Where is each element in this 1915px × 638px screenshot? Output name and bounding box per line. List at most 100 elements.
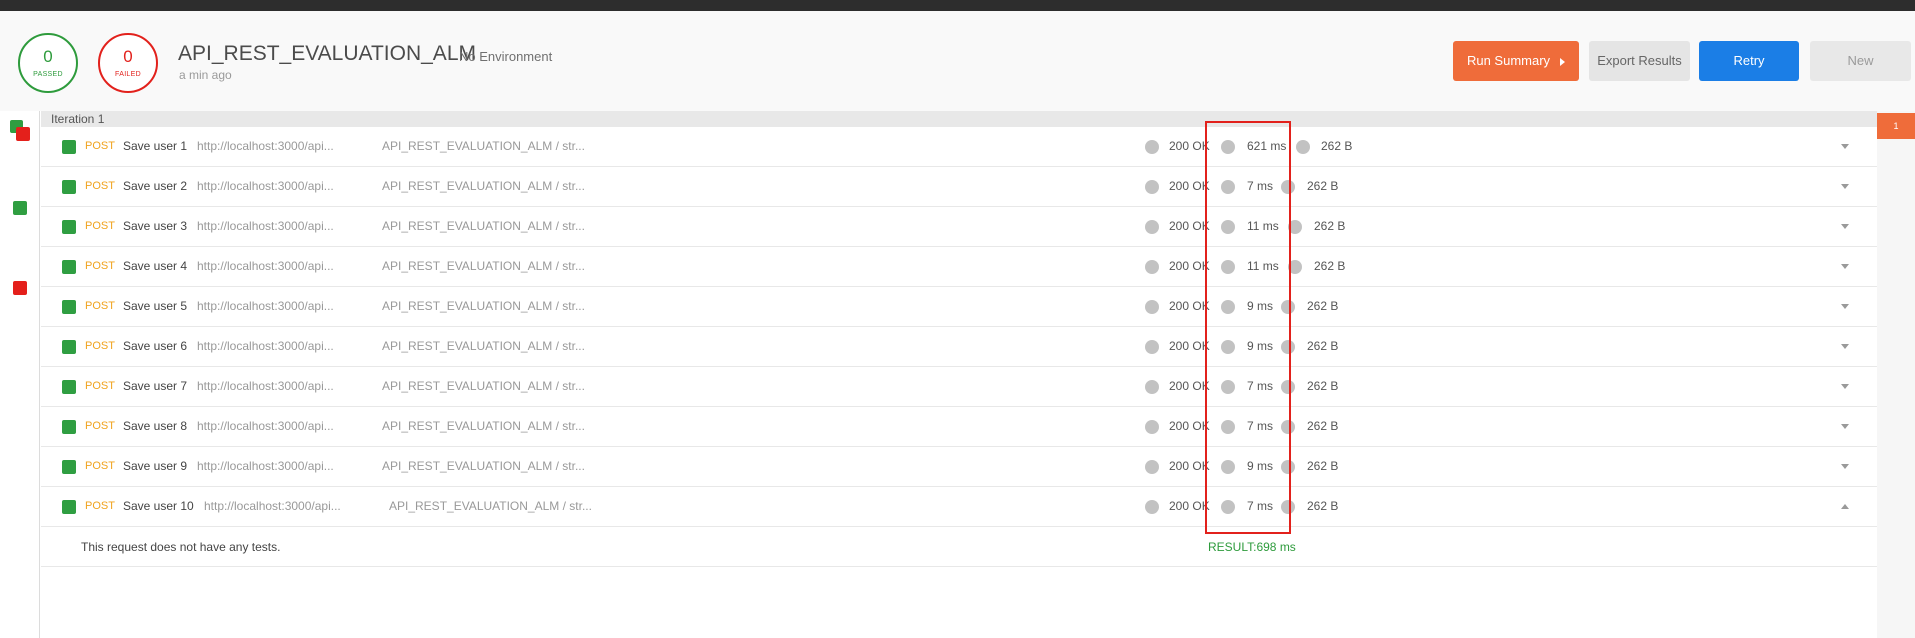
pass-status-icon xyxy=(62,220,76,234)
request-name: Save user 6 xyxy=(123,339,188,353)
pass-status-icon xyxy=(62,380,76,394)
response-time: 9 ms xyxy=(1247,339,1274,353)
passed-label: PASSED xyxy=(33,71,63,78)
request-row[interactable]: POST Save user 8 http://localhost:3000/a… xyxy=(41,407,1877,447)
request-url: http://localhost:3000/api... xyxy=(197,419,334,433)
environment-label: No Environment xyxy=(459,49,553,64)
request-method: POST xyxy=(85,180,115,192)
all-failed-icon xyxy=(16,127,30,141)
response-time: 7 ms xyxy=(1247,419,1274,433)
response-size: 262 B xyxy=(1307,379,1339,393)
response-time: 11 ms xyxy=(1247,219,1279,233)
response-status: 200 OK xyxy=(1169,219,1210,233)
request-row[interactable]: POST Save user 4 http://localhost:3000/a… xyxy=(41,247,1877,287)
response-size: 262 B xyxy=(1307,339,1339,353)
response-time: 7 ms xyxy=(1247,499,1274,513)
chevron-down-icon[interactable] xyxy=(1841,464,1849,469)
response-status: 200 OK xyxy=(1169,179,1210,193)
response-size: 262 B xyxy=(1307,299,1339,313)
request-path: API_REST_EVALUATION_ALM / str... xyxy=(382,259,585,273)
request-url: http://localhost:3000/api... xyxy=(197,299,334,313)
request-url: http://localhost:3000/api... xyxy=(197,459,334,473)
new-button[interactable]: New xyxy=(1810,41,1911,81)
filter-sidebar xyxy=(0,111,40,638)
request-method: POST xyxy=(85,420,115,432)
request-url: http://localhost:3000/api... xyxy=(197,139,334,153)
request-row[interactable]: POST Save user 2 http://localhost:3000/a… xyxy=(41,167,1877,207)
failed-count: 0 xyxy=(123,47,133,66)
run-summary-button[interactable]: Run Summary xyxy=(1453,41,1579,81)
response-status: 200 OK xyxy=(1169,499,1210,513)
request-row[interactable]: POST Save user 1 http://localhost:3000/a… xyxy=(41,127,1877,167)
time-dot-icon xyxy=(1221,380,1235,394)
status-dot-icon xyxy=(1145,300,1159,314)
request-path: API_REST_EVALUATION_ALM / str... xyxy=(382,179,585,193)
response-status: 200 OK xyxy=(1169,259,1210,273)
response-size: 262 B xyxy=(1307,179,1339,193)
request-name: Save user 7 xyxy=(123,379,188,393)
failed-filter-icon xyxy=(13,281,27,295)
request-url: http://localhost:3000/api... xyxy=(197,179,334,193)
request-row[interactable]: POST Save user 9 http://localhost:3000/a… xyxy=(41,447,1877,487)
size-dot-icon xyxy=(1281,380,1295,394)
request-method: POST xyxy=(85,140,115,152)
response-time: 9 ms xyxy=(1247,459,1274,473)
iteration-label: Iteration 1 xyxy=(51,112,105,126)
status-dot-icon xyxy=(1145,500,1159,514)
request-path: API_REST_EVALUATION_ALM / str... xyxy=(382,139,585,153)
request-row[interactable]: POST Save user 5 http://localhost:3000/a… xyxy=(41,287,1877,327)
chevron-down-icon[interactable] xyxy=(1841,264,1849,269)
request-url: http://localhost:3000/api... xyxy=(204,499,341,513)
response-size: 262 B xyxy=(1307,459,1339,473)
failed-counter: 0 FAILED xyxy=(98,33,158,93)
chevron-down-icon[interactable] xyxy=(1841,304,1849,309)
response-size: 262 B xyxy=(1314,259,1346,273)
request-name: Save user 9 xyxy=(123,459,188,473)
request-row[interactable]: POST Save user 6 http://localhost:3000/a… xyxy=(41,327,1877,367)
request-row[interactable]: POST Save user 10 http://localhost:3000/… xyxy=(41,487,1877,527)
pass-status-icon xyxy=(62,180,76,194)
response-size: 262 B xyxy=(1314,219,1346,233)
status-dot-icon xyxy=(1145,420,1159,434)
filter-passed[interactable] xyxy=(0,151,40,215)
filter-all[interactable] xyxy=(0,111,40,147)
request-method: POST xyxy=(85,460,115,472)
passed-counter: 0 PASSED xyxy=(18,33,78,93)
request-path: API_REST_EVALUATION_ALM / str... xyxy=(382,219,585,233)
response-status: 200 OK xyxy=(1169,299,1210,313)
size-dot-icon xyxy=(1281,340,1295,354)
chevron-down-icon[interactable] xyxy=(1841,184,1849,189)
chevron-down-icon[interactable] xyxy=(1841,224,1849,229)
size-dot-icon xyxy=(1296,140,1310,154)
pass-status-icon xyxy=(62,460,76,474)
retry-button[interactable]: Retry xyxy=(1699,41,1799,81)
request-name: Save user 10 xyxy=(123,499,194,513)
export-results-button[interactable]: Export Results xyxy=(1589,41,1690,81)
chevron-down-icon[interactable] xyxy=(1841,144,1849,149)
pass-status-icon xyxy=(62,300,76,314)
run-time-ago: a min ago xyxy=(179,68,232,82)
request-name: Save user 5 xyxy=(123,299,188,313)
response-time: 7 ms xyxy=(1247,379,1274,393)
request-path: API_REST_EVALUATION_ALM / str... xyxy=(382,379,585,393)
response-time: 621 ms xyxy=(1247,139,1287,153)
request-url: http://localhost:3000/api... xyxy=(197,339,334,353)
iteration-header: Iteration 1 xyxy=(41,111,1877,127)
response-size: 262 B xyxy=(1307,419,1339,433)
iteration-badge[interactable]: 1 xyxy=(1877,113,1915,139)
passed-count: 0 xyxy=(43,47,53,66)
chevron-down-icon[interactable] xyxy=(1841,344,1849,349)
request-method: POST xyxy=(85,380,115,392)
chevron-down-icon[interactable] xyxy=(1841,384,1849,389)
no-tests-message: This request does not have any tests. xyxy=(81,540,281,554)
response-status: 200 OK xyxy=(1169,459,1210,473)
chevron-up-icon[interactable] xyxy=(1841,504,1849,509)
request-row[interactable]: POST Save user 7 http://localhost:3000/a… xyxy=(41,367,1877,407)
request-path: API_REST_EVALUATION_ALM / str... xyxy=(382,339,585,353)
chevron-down-icon[interactable] xyxy=(1841,424,1849,429)
filter-failed[interactable] xyxy=(0,191,40,295)
time-dot-icon xyxy=(1221,220,1235,234)
time-dot-icon xyxy=(1221,180,1235,194)
status-dot-icon xyxy=(1145,220,1159,234)
request-row[interactable]: POST Save user 3 http://localhost:3000/a… xyxy=(41,207,1877,247)
